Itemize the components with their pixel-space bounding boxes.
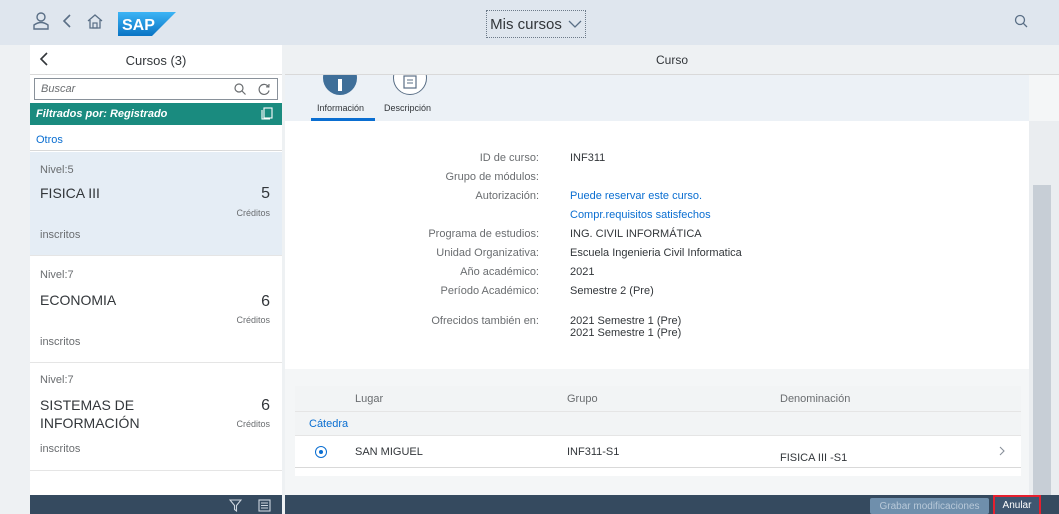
table-group-header: Cátedra [295,412,1021,436]
search-placeholder: Buscar [41,83,76,95]
field-value: 2021 Semestre 1 (Pre) [570,327,682,339]
chevron-right-icon[interactable] [998,445,1006,460]
search-icon[interactable] [1010,10,1032,32]
item-level: Nivel:7 [40,374,74,386]
filter-icon[interactable] [228,499,243,513]
groups-table: Lugar Grupo Denominación Cátedra SAN MIG… [295,386,1021,476]
course-list-panel: Cursos (3) Buscar Filtrados por: Registr… [30,45,282,514]
detail-footer-toolbar: Grabar modificaciones Anular [285,495,1059,514]
field-label: Autorización: [475,190,539,202]
detail-header: Curso [285,45,1059,75]
field-value: INF311 [570,152,606,164]
field-label: Año académico: [460,266,539,278]
cell-lugar: SAN MIGUEL [355,446,423,458]
item-name: ECONOMIA [40,292,117,308]
filter-info-bar[interactable]: Filtrados por: Registrado [30,103,282,125]
filter-text: Filtrados por: Registrado [36,108,168,120]
row-radio-button[interactable] [315,446,327,458]
app-title: Mis cursos [490,15,562,33]
item-name: FISICA III [40,185,100,201]
tab-informacion-label[interactable]: Información [317,103,364,113]
field-value: Escuela Ingenieria Civil Informatica [570,247,742,259]
search-icon[interactable] [233,82,247,96]
tab-descripcion[interactable] [393,75,427,95]
tab-descripcion-label[interactable]: Descripción [384,103,431,113]
search-input[interactable]: Buscar [34,78,278,100]
table-header: Lugar Grupo Denominación [295,386,1021,412]
chevron-down-icon [568,16,582,33]
group-icon[interactable] [258,499,271,512]
scrollbar-thumb[interactable] [1033,185,1051,514]
cancel-button[interactable]: Anular [993,495,1041,514]
list-item[interactable]: Nivel:7 SISTEMAS DE INFORMACIÓN 6 Crédit… [30,363,282,471]
item-credits: 5 [261,185,270,202]
item-credits: 6 [261,293,270,310]
item-name-line2: INFORMACIÓN [40,415,140,431]
svg-text:SAP: SAP [122,17,155,34]
column-header-lugar: Lugar [355,393,384,405]
item-status: inscritos [40,229,81,241]
back-icon[interactable] [56,10,78,32]
detail-title: Curso [655,53,688,67]
field-label: Período Académico: [440,285,539,297]
course-detail-panel: Curso Información Descripción ID de curs… [285,45,1059,514]
field-value: 2021 Semestre 1 (Pre) [570,315,682,327]
column-header-grupo: Grupo [567,393,598,405]
item-credits-unit: Créditos [236,315,270,325]
item-level: Nivel:7 [40,269,74,281]
cell-grupo: INF311-S1 [567,446,620,458]
table-group-label: Cátedra [309,418,349,430]
field-label: Grupo de módulos: [445,171,539,183]
item-name-line1: SISTEMAS DE [40,397,135,413]
tab-informacion[interactable] [323,75,357,95]
left-footer-toolbar [30,495,282,514]
scrollbar[interactable] [1029,121,1059,514]
list-item[interactable]: Nivel:7 ECONOMIA 6 Créditos inscritos [30,256,282,363]
home-icon[interactable] [84,10,106,32]
item-level: Nivel:5 [40,164,74,176]
shell-header: SAP Mis cursos [0,0,1059,45]
cell-denominacion: FISICA III -S1 [780,452,848,464]
field-label: ID de curso: [479,152,539,164]
list-item[interactable]: Nivel:5 FISICA III 5 Créditos inscritos [30,152,282,256]
app-title-menu[interactable]: Mis cursos [486,10,586,38]
course-list-title: Cursos (3) [125,53,187,68]
table-row[interactable]: SAN MIGUEL INF311-S1 FISICA III -S1 [295,436,1021,468]
field-label: Programa de estudios: [428,228,539,240]
field-label: Ofrecidos también en: [431,315,539,327]
course-info-form: ID de curso: INF311 Grupo de módulos: Au… [285,121,1029,369]
group-header: Otros [30,125,282,151]
refresh-icon[interactable] [257,82,271,96]
field-value: ING. CIVIL INFORMÁTICA [570,228,702,240]
field-value: 2021 [570,266,595,278]
icon-tab-bar: Información Descripción [285,75,1029,121]
course-list-header: Cursos (3) [30,45,282,75]
authorization-link[interactable]: Puede reservar este curso. [570,190,702,202]
copy-icon[interactable] [261,107,274,120]
save-changes-button[interactable]: Grabar modificaciones [870,498,989,514]
item-status: inscritos [40,336,81,348]
item-credits: 6 [261,397,270,414]
field-value: Semestre 2 (Pre) [570,285,654,297]
user-icon[interactable] [30,10,52,32]
group-label: Otros [36,134,63,146]
item-credits-unit: Créditos [236,208,270,218]
item-status: inscritos [40,443,81,455]
item-credits-unit: Créditos [236,419,270,429]
prerequisites-link[interactable]: Compr.requisitos satisfechos [570,209,711,221]
field-label: Unidad Organizativa: [436,247,539,259]
sap-logo[interactable]: SAP [118,12,176,36]
column-header-denominacion: Denominación [780,393,851,405]
